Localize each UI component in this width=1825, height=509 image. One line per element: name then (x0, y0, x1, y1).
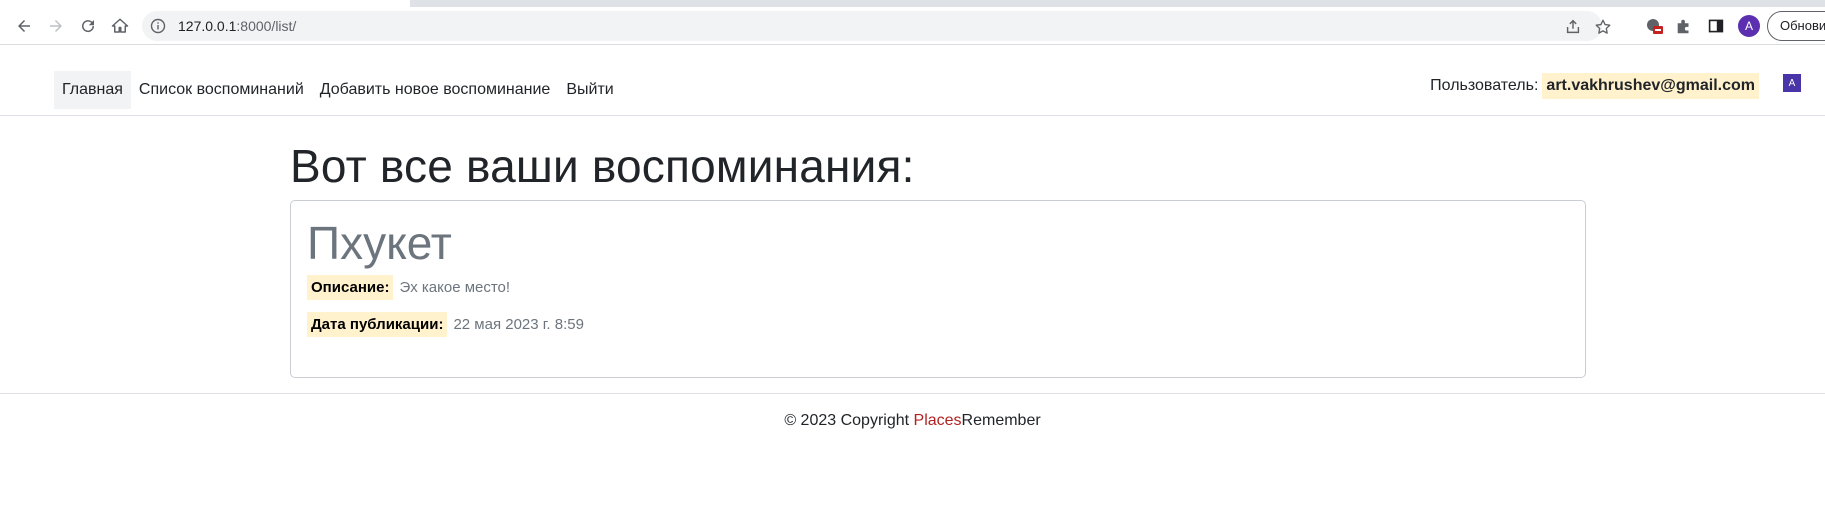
web-page: Главная Список воспоминаний Добавить нов… (0, 46, 1825, 509)
browser-active-tab[interactable] (0, 0, 410, 7)
side-panel-icon[interactable] (1706, 16, 1726, 36)
user-info: Пользователь: art.vakhrushev@gmail.com (1430, 73, 1759, 99)
browser-toolbar: 127.0.0.1:8000/list/ A Обновить (0, 7, 1825, 45)
extensions-puzzle-icon[interactable] (1674, 16, 1694, 36)
user-label: Пользователь: (1430, 77, 1539, 94)
reload-icon[interactable] (74, 12, 102, 40)
memory-date-row: Дата публикации: 22 мая 2023 г. 8:59 (307, 312, 1569, 337)
site-footer: © 2023 Copyright PlacesRemember (0, 393, 1825, 453)
browser-profile-avatar[interactable]: A (1738, 15, 1760, 37)
site-navbar: Главная Список воспоминаний Добавить нов… (0, 46, 1825, 116)
nav-link-add-memory[interactable]: Добавить новое воспоминание (312, 71, 559, 109)
bookmark-star-icon[interactable] (1594, 18, 1612, 36)
update-browser-button[interactable]: Обновить (1767, 11, 1825, 41)
memory-title[interactable]: Пхукет (307, 217, 1569, 269)
nav-link-home[interactable]: Главная (54, 71, 131, 109)
memory-description-row: Описание: Эх какое место! (307, 275, 1569, 300)
description-value: Эх какое место! (399, 279, 511, 296)
footer-brand-places[interactable]: Places (914, 412, 962, 429)
home-icon[interactable] (106, 12, 134, 40)
browser-tabstrip (0, 0, 1825, 7)
footer-brand-remember[interactable]: Remember (962, 412, 1041, 429)
date-value: 22 мая 2023 г. 8:59 (453, 316, 584, 333)
back-icon[interactable] (10, 12, 38, 40)
url-text[interactable]: 127.0.0.1:8000/list/ (178, 18, 296, 34)
nav-links: Главная Список воспоминаний Добавить нов… (54, 71, 622, 109)
page-title: Вот все ваши воспоминания: (290, 140, 915, 192)
user-avatar[interactable]: A (1783, 74, 1801, 92)
forward-icon[interactable] (42, 12, 70, 40)
description-label: Описание: (307, 275, 394, 300)
footer-copyright: © 2023 Copyright (784, 412, 914, 429)
share-icon[interactable] (1564, 18, 1582, 36)
address-bar[interactable]: 127.0.0.1:8000/list/ (142, 11, 1611, 41)
nav-link-logout[interactable]: Выйти (558, 71, 621, 109)
memory-card[interactable]: Пхукет Описание: Эх какое место! Дата пу… (290, 200, 1586, 378)
extension-blocked-icon[interactable] (1644, 16, 1664, 36)
user-email: art.vakhrushev@gmail.com (1542, 73, 1759, 99)
site-info-icon[interactable] (150, 18, 166, 34)
main-content: Вот все ваши воспоминания: Пхукет Описан… (290, 138, 1586, 378)
date-label: Дата публикации: (307, 312, 448, 337)
nav-link-memories-list[interactable]: Список воспоминаний (131, 71, 312, 109)
